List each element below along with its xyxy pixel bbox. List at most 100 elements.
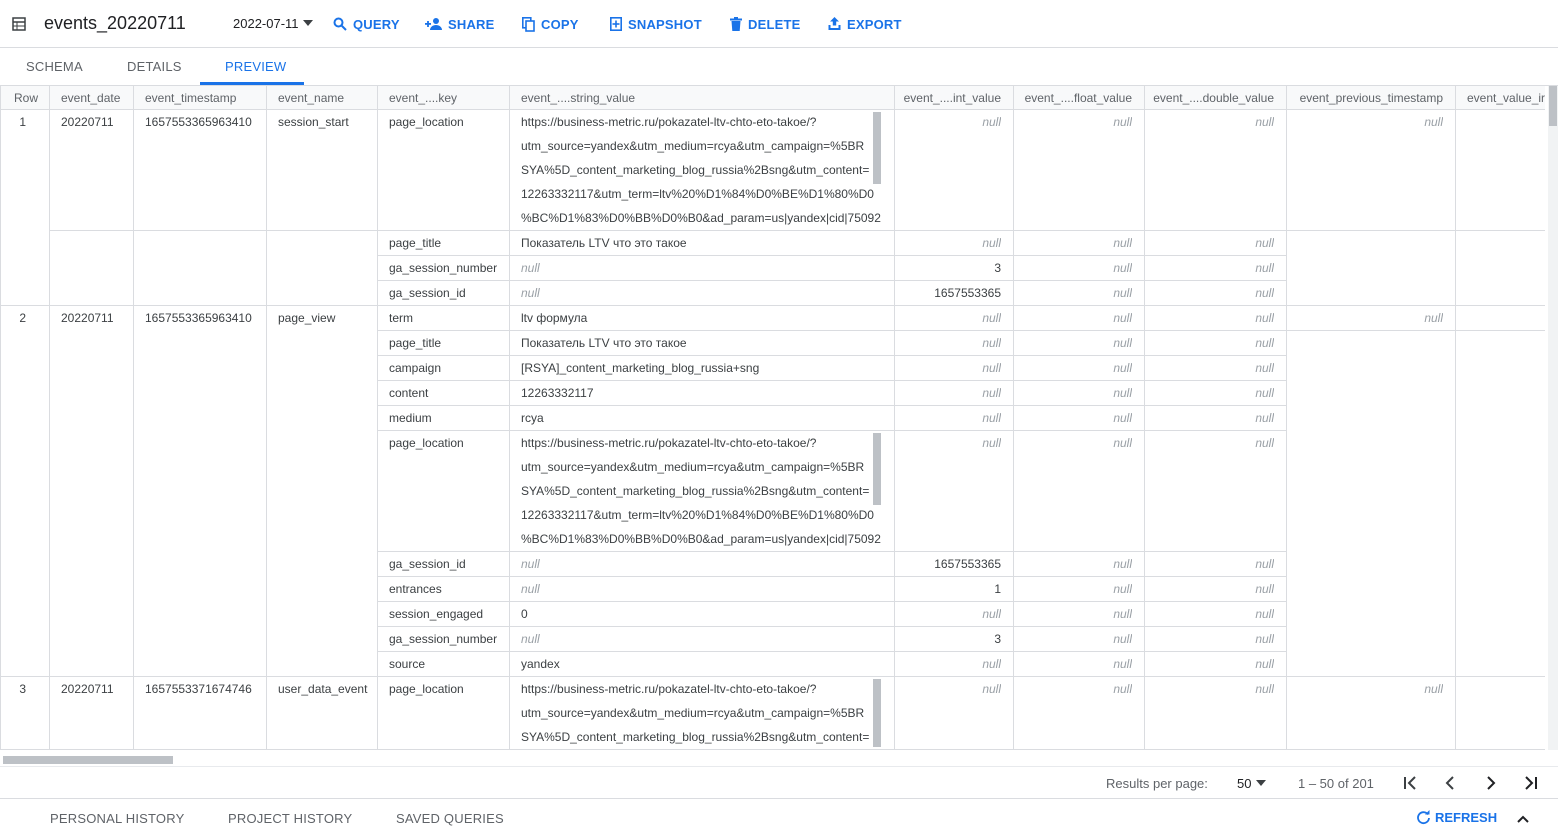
string-value-line: utm_source=yandex&utm_medium=rcya&utm_ca… — [521, 139, 865, 153]
refresh-label: REFRESH — [1435, 810, 1498, 825]
param-key-cell: page_title — [389, 236, 442, 250]
row-number: 1 — [19, 115, 26, 129]
param-key-cell: ga_session_number — [389, 261, 498, 275]
param-key-cell: page_location — [389, 115, 464, 129]
column-divider — [509, 86, 510, 750]
string-value-line: %BC%D1%83%D0%BB%D0%B0&ad_param=us|yandex… — [521, 211, 881, 225]
column-header-float-value[interactable]: event_....float_value — [1013, 86, 1144, 110]
param-divider — [1286, 330, 1545, 331]
cell-scrollbar[interactable] — [873, 679, 881, 747]
refresh-button[interactable]: REFRESH — [1416, 810, 1497, 825]
int-value-cell: 3 — [994, 632, 1001, 646]
tab-schema[interactable]: SCHEMA — [26, 59, 83, 74]
column-header-int-value[interactable]: event_....int_value — [894, 86, 1013, 110]
param-divider — [377, 255, 1286, 256]
param-key-cell: campaign — [389, 361, 442, 375]
float-value-null: null — [1113, 436, 1132, 450]
vertical-scroll-thumb[interactable] — [1549, 86, 1557, 126]
param-key-cell: ga_session_number — [389, 632, 498, 646]
float-value-null: null — [1113, 657, 1132, 671]
share-button[interactable]: SHARE — [425, 14, 495, 34]
tab-personal-history[interactable]: PERSONAL HISTORY — [50, 811, 184, 826]
column-header-event-timestamp[interactable]: event_timestamp — [133, 86, 266, 110]
results-per-page-select[interactable]: 50 — [1237, 776, 1267, 791]
vertical-scrollbar[interactable] — [1548, 86, 1558, 750]
cell-scrollbar[interactable] — [873, 433, 881, 505]
int-value-null: null — [982, 311, 1001, 325]
column-header-event-date[interactable]: event_date — [49, 86, 133, 110]
string-value-null: null — [521, 582, 540, 596]
cell-scrollbar[interactable] — [873, 112, 881, 184]
double-value-null: null — [1255, 386, 1274, 400]
per-page-value: 50 — [1237, 776, 1252, 791]
int-value-null: null — [982, 436, 1001, 450]
column-header-event-name[interactable]: event_name — [266, 86, 377, 110]
param-divider — [49, 230, 377, 231]
horizontal-scrollbar[interactable] — [0, 754, 1545, 766]
previous-page-icon[interactable] — [1440, 773, 1460, 793]
snapshot-button[interactable]: SNAPSHOT — [610, 14, 702, 34]
tab-preview[interactable]: PREVIEW — [225, 59, 286, 74]
int-value-null: null — [982, 361, 1001, 375]
param-key-cell: term — [389, 311, 413, 325]
int-value-null: null — [982, 411, 1001, 425]
column-divider — [894, 86, 895, 750]
double-value-null: null — [1255, 361, 1274, 375]
int-value-null: null — [982, 657, 1001, 671]
string-value-line: [RSYA]_content_marketing_blog_russia+sng — [521, 361, 760, 375]
string-value-line: SYA%5D_content_marketing_blog_russia%2Bs… — [521, 163, 870, 177]
param-divider — [377, 230, 1286, 231]
row-divider — [0, 305, 1545, 306]
param-key-cell: entrances — [389, 582, 442, 596]
double-value-null: null — [1255, 657, 1274, 671]
tab-saved-queries[interactable]: SAVED QUERIES — [396, 811, 504, 826]
string-value-line: 12263332117&utm_term=ltv%20%D1%84%D0%BE%… — [521, 508, 874, 522]
double-value-null: null — [1255, 582, 1274, 596]
int-value-cell: 1 — [994, 582, 1001, 596]
column-header-row-number[interactable]: Row — [0, 86, 49, 110]
first-page-icon[interactable] — [1400, 773, 1420, 793]
double-value-null: null — [1255, 607, 1274, 621]
date-value: 2022-07-11 — [233, 16, 299, 31]
row-number-column-bg — [0, 86, 1, 750]
chevron-up-icon[interactable] — [1516, 812, 1530, 826]
string-value-line: ltv формула — [521, 311, 588, 325]
snapshot-label: SNAPSHOT — [628, 16, 702, 32]
preview-table: Row event_date event_timestamp event_name ev… — [0, 86, 1545, 750]
string-value-line: utm_source=yandex&utm_medium=rcya&utm_ca… — [521, 460, 865, 474]
delete-button[interactable]: DELETE — [730, 14, 800, 34]
column-header-param-key[interactable]: event_....key — [377, 86, 509, 110]
next-page-icon[interactable] — [1481, 773, 1501, 793]
string-value-line: 12263332117&utm_term=ltv%20%D1%84%D0%BE%… — [521, 187, 874, 201]
column-header-string-value[interactable]: event_....string_value — [509, 86, 894, 110]
column-header-previous-timestamp[interactable]: event_previous_timestamp — [1286, 86, 1455, 110]
copy-button[interactable]: COPY — [522, 14, 579, 34]
horizontal-scroll-thumb[interactable] — [3, 756, 173, 764]
int-value-null: null — [982, 236, 1001, 250]
date-partition-select[interactable]: 2022-07-11 — [233, 16, 313, 31]
int-value-null: null — [982, 115, 1001, 129]
query-button[interactable]: QUERY — [333, 14, 400, 34]
export-button[interactable]: EXPORT — [828, 14, 902, 34]
event-timestamp-cell: 1657553365963410 — [145, 311, 252, 325]
double-value-null: null — [1255, 682, 1274, 696]
upload-icon — [828, 17, 841, 30]
tab-details[interactable]: DETAILS — [127, 59, 182, 74]
int-value-cell: 1657553365 — [934, 557, 1001, 571]
param-divider — [377, 626, 1286, 627]
last-page-icon[interactable] — [1521, 773, 1541, 793]
string-value-null: null — [521, 261, 540, 275]
param-divider — [377, 651, 1286, 652]
copy-label: COPY — [541, 16, 579, 32]
pagination-bar: Results per page: 50 1 – 50 of 201 — [0, 766, 1558, 799]
results-per-page-label: Results per page: — [1106, 776, 1208, 791]
row-divider — [0, 676, 1545, 677]
column-header-double-value[interactable]: event_....double_value — [1144, 86, 1286, 110]
string-value-line: utm_source=yandex&utm_medium=rcya&utm_ca… — [521, 706, 865, 720]
previous-timestamp-cell: null — [1424, 682, 1443, 696]
float-value-null: null — [1113, 386, 1132, 400]
tab-project-history[interactable]: PROJECT HISTORY — [228, 811, 352, 826]
column-header-event-value[interactable]: event_value_ir — [1455, 86, 1545, 110]
detail-tabs: SCHEMA DETAILS PREVIEW — [0, 48, 1558, 86]
param-key-cell: page_location — [389, 682, 464, 696]
